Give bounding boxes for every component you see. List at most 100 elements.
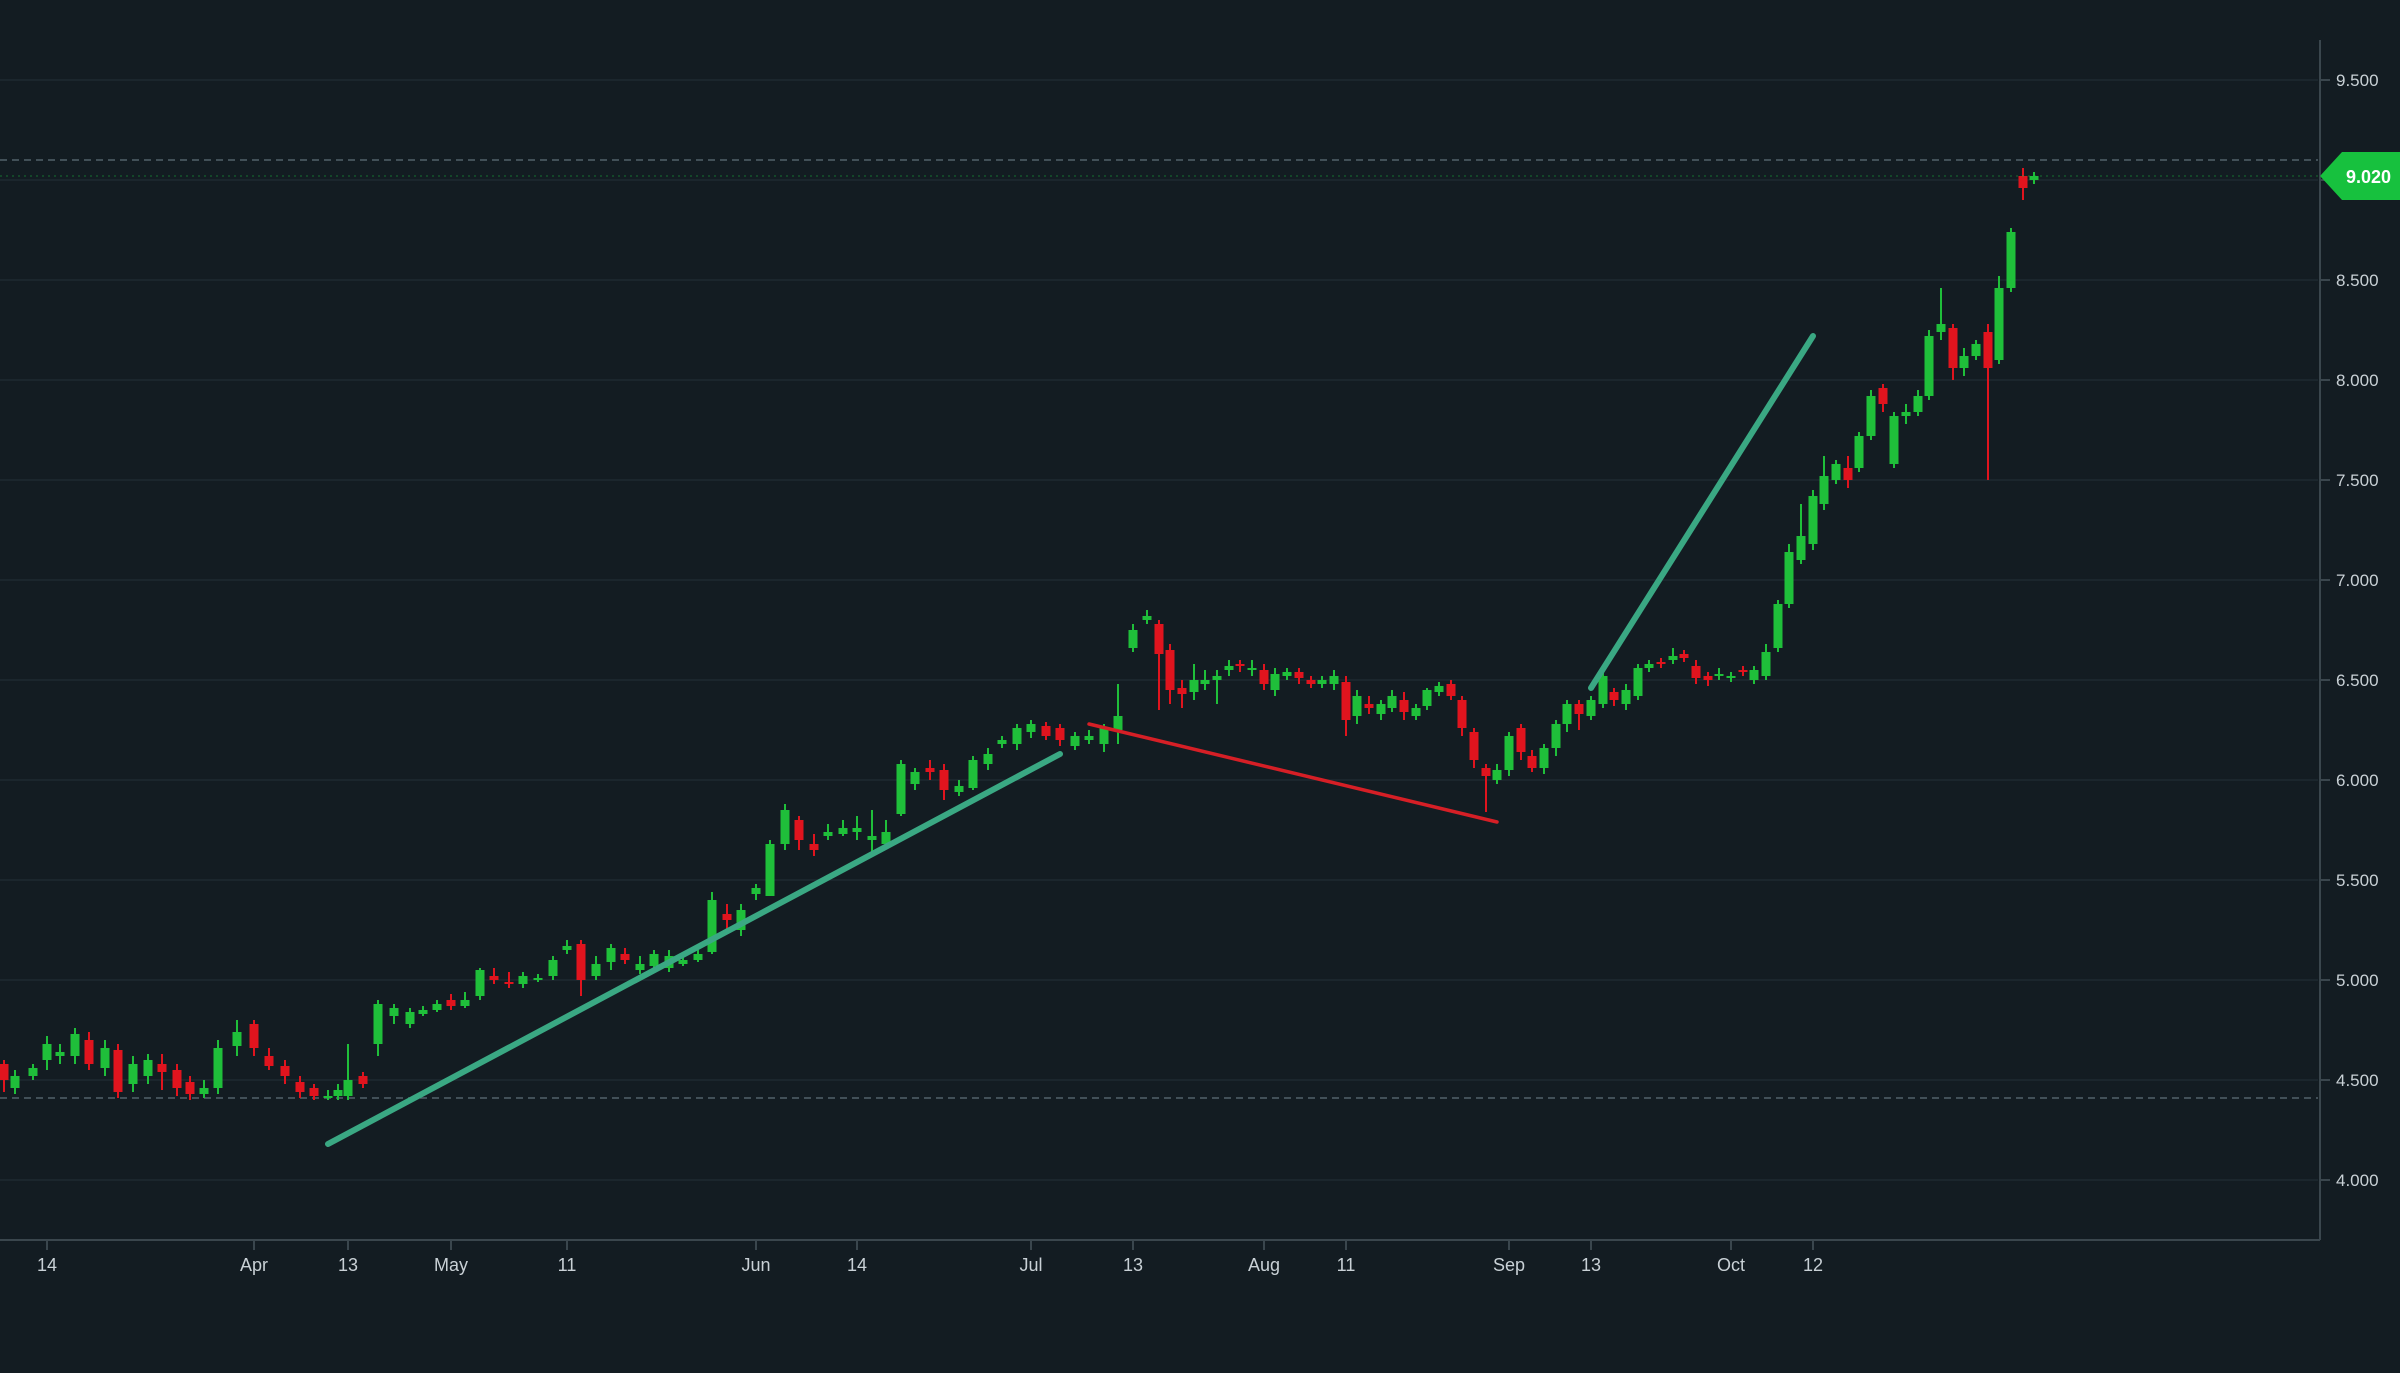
candle[interactable] bbox=[373, 1000, 383, 1056]
candle[interactable] bbox=[1854, 432, 1864, 472]
candle[interactable] bbox=[1294, 668, 1304, 684]
candle[interactable] bbox=[620, 948, 630, 964]
candle[interactable] bbox=[1329, 670, 1339, 690]
candle[interactable] bbox=[1808, 490, 1818, 550]
candle[interactable] bbox=[358, 1072, 368, 1088]
candle[interactable] bbox=[1527, 750, 1537, 772]
candle[interactable] bbox=[1609, 688, 1619, 706]
y-axis[interactable]: 4.000 4.500 5.000 5.500 6.000 6.500 7.000 7.500… bbox=[2319, 40, 2379, 1240]
candle[interactable] bbox=[548, 956, 558, 980]
candle[interactable] bbox=[867, 810, 877, 852]
candle[interactable] bbox=[1189, 664, 1199, 700]
candle[interactable] bbox=[1749, 666, 1759, 684]
candle[interactable] bbox=[896, 760, 906, 816]
candle[interactable] bbox=[1994, 276, 2004, 364]
candle[interactable] bbox=[489, 968, 499, 984]
candle[interactable] bbox=[1562, 700, 1572, 732]
candle[interactable] bbox=[1177, 680, 1187, 708]
candle[interactable] bbox=[2006, 228, 2016, 292]
candle[interactable] bbox=[1399, 692, 1409, 720]
candle[interactable] bbox=[925, 760, 935, 780]
candle[interactable] bbox=[1796, 504, 1806, 564]
candle[interactable] bbox=[1411, 704, 1421, 720]
candle[interactable] bbox=[1668, 648, 1678, 664]
candle[interactable] bbox=[606, 944, 616, 970]
candle[interactable] bbox=[1983, 324, 1993, 480]
candle[interactable] bbox=[576, 940, 586, 996]
candle[interactable] bbox=[1714, 668, 1724, 680]
candle[interactable] bbox=[1971, 340, 1981, 360]
candle[interactable] bbox=[1819, 456, 1829, 510]
candles[interactable] bbox=[0, 168, 2039, 1100]
chart-canvas[interactable]: 4.000 4.500 5.000 5.500 6.000 6.500 7.000 7.500… bbox=[0, 0, 2400, 1368]
candle[interactable] bbox=[997, 736, 1007, 748]
candle[interactable] bbox=[1948, 324, 1958, 380]
candle[interactable] bbox=[1200, 670, 1210, 690]
candle[interactable] bbox=[1235, 660, 1245, 672]
candle[interactable] bbox=[1481, 764, 1491, 812]
candlestick-chart[interactable]: 4.000 4.500 5.000 5.500 6.000 6.500 7.000 7.500… bbox=[0, 0, 2400, 1368]
candle[interactable] bbox=[780, 804, 790, 850]
candle[interactable] bbox=[1889, 412, 1899, 468]
candle[interactable] bbox=[838, 820, 848, 836]
candle[interactable] bbox=[1212, 670, 1222, 704]
candle[interactable] bbox=[1113, 684, 1123, 744]
candle[interactable] bbox=[765, 840, 775, 896]
candle[interactable] bbox=[1866, 390, 1876, 440]
candle[interactable] bbox=[1165, 644, 1175, 704]
candle[interactable] bbox=[1247, 660, 1257, 676]
candle[interactable] bbox=[157, 1054, 167, 1090]
candle[interactable] bbox=[432, 1000, 442, 1012]
candle[interactable] bbox=[1878, 384, 1888, 412]
candle[interactable] bbox=[28, 1064, 38, 1080]
candle[interactable] bbox=[55, 1044, 65, 1064]
candle[interactable] bbox=[1492, 764, 1502, 784]
candle[interactable] bbox=[1901, 404, 1911, 424]
candle[interactable] bbox=[1422, 688, 1432, 710]
candle[interactable] bbox=[1539, 744, 1549, 774]
candle[interactable] bbox=[1084, 730, 1094, 744]
x-axis[interactable]: 14 Apr 13 May 11 Jun 14 Jul 13 Aug 11 Sep 13 Oct 12 bbox=[0, 1239, 2320, 1275]
candle[interactable] bbox=[264, 1048, 274, 1070]
candle[interactable] bbox=[1504, 732, 1514, 776]
candle[interactable] bbox=[1469, 728, 1479, 768]
candle[interactable] bbox=[1341, 676, 1351, 736]
candle[interactable] bbox=[1656, 658, 1666, 668]
candle[interactable] bbox=[518, 972, 528, 988]
candle[interactable] bbox=[809, 834, 819, 856]
candle[interactable] bbox=[1936, 288, 1946, 340]
candle[interactable] bbox=[213, 1040, 223, 1094]
candle[interactable] bbox=[1070, 732, 1080, 750]
candle[interactable] bbox=[460, 992, 470, 1008]
candle[interactable] bbox=[1026, 720, 1036, 738]
candle[interactable] bbox=[1784, 544, 1794, 608]
candle[interactable] bbox=[1457, 696, 1467, 736]
candle[interactable] bbox=[1434, 682, 1444, 696]
candle[interactable] bbox=[1306, 676, 1316, 688]
candle[interactable] bbox=[1761, 644, 1771, 680]
candle[interactable] bbox=[343, 1044, 353, 1100]
candle[interactable] bbox=[968, 756, 978, 790]
candle[interactable] bbox=[446, 994, 456, 1010]
candle[interactable] bbox=[100, 1040, 110, 1076]
candle[interactable] bbox=[1633, 664, 1643, 700]
candle[interactable] bbox=[1387, 690, 1397, 712]
candle[interactable] bbox=[1551, 720, 1561, 756]
candle[interactable] bbox=[1012, 724, 1022, 750]
candle[interactable] bbox=[1055, 724, 1065, 746]
candle[interactable] bbox=[1773, 600, 1783, 652]
candle[interactable] bbox=[1644, 660, 1654, 672]
candle[interactable] bbox=[0, 1060, 9, 1092]
candle[interactable] bbox=[1128, 624, 1138, 652]
candle[interactable] bbox=[1352, 690, 1362, 724]
candle[interactable] bbox=[1843, 456, 1853, 488]
candle[interactable] bbox=[722, 904, 732, 930]
candle[interactable] bbox=[751, 884, 761, 900]
candle[interactable] bbox=[1924, 330, 1934, 400]
candle[interactable] bbox=[983, 748, 993, 770]
candle[interactable] bbox=[1621, 684, 1631, 710]
candle[interactable] bbox=[172, 1064, 182, 1096]
candle[interactable] bbox=[562, 940, 572, 954]
candle[interactable] bbox=[533, 974, 543, 982]
candle[interactable] bbox=[128, 1056, 138, 1092]
